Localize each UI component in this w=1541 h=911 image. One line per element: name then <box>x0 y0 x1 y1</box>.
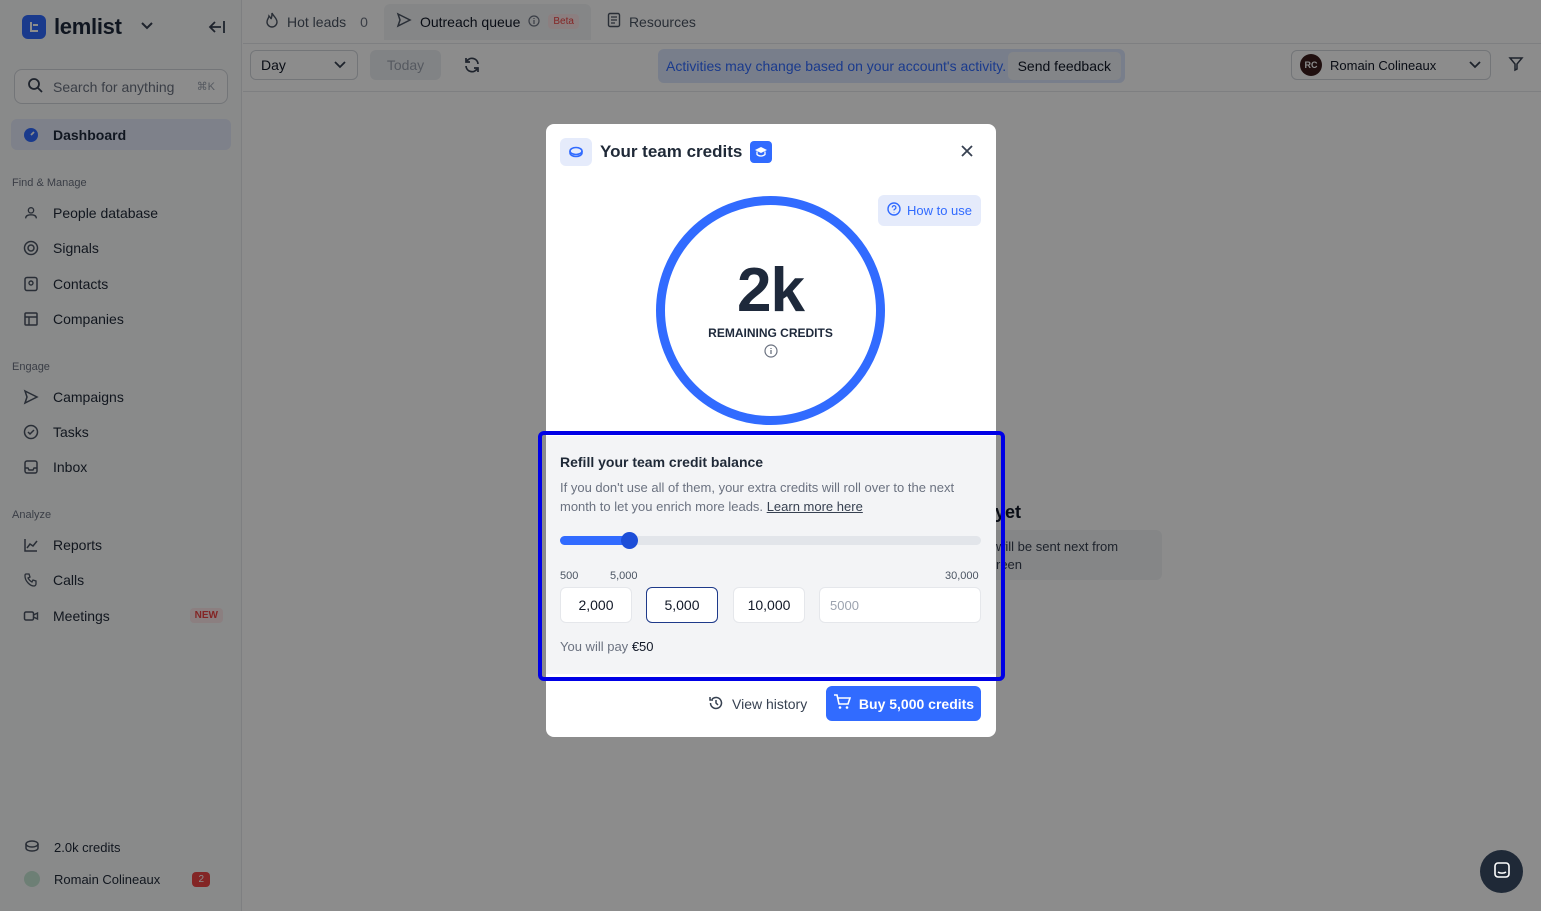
refill-section-highlight <box>538 431 1005 681</box>
graduation-cap-icon[interactable] <box>750 141 773 163</box>
view-history-button[interactable]: View history <box>708 687 807 721</box>
remaining-credits-ring: 2k REMAINING CREDITS <box>656 196 885 425</box>
remaining-credits-label: REMAINING CREDITS <box>708 326 833 340</box>
buy-credits-button[interactable]: Buy 5,000 credits <box>826 686 981 721</box>
chat-icon <box>1493 861 1511 882</box>
history-icon <box>708 695 724 714</box>
cart-icon <box>833 694 852 713</box>
buy-credits-label: Buy 5,000 credits <box>858 695 975 712</box>
modal-title: Your team credits <box>600 142 743 161</box>
coins-icon <box>560 138 592 166</box>
modal-header: Your team credits <box>560 138 773 166</box>
how-to-use-button[interactable]: How to use <box>878 195 981 226</box>
info-icon[interactable] <box>763 344 778 361</box>
remaining-credits-value: 2k <box>737 256 805 325</box>
view-history-label: View history <box>732 696 808 712</box>
chat-launcher-button[interactable] <box>1480 850 1523 893</box>
close-icon[interactable] <box>958 142 976 160</box>
help-circle-icon <box>887 202 901 219</box>
how-to-use-label: How to use <box>906 203 973 218</box>
